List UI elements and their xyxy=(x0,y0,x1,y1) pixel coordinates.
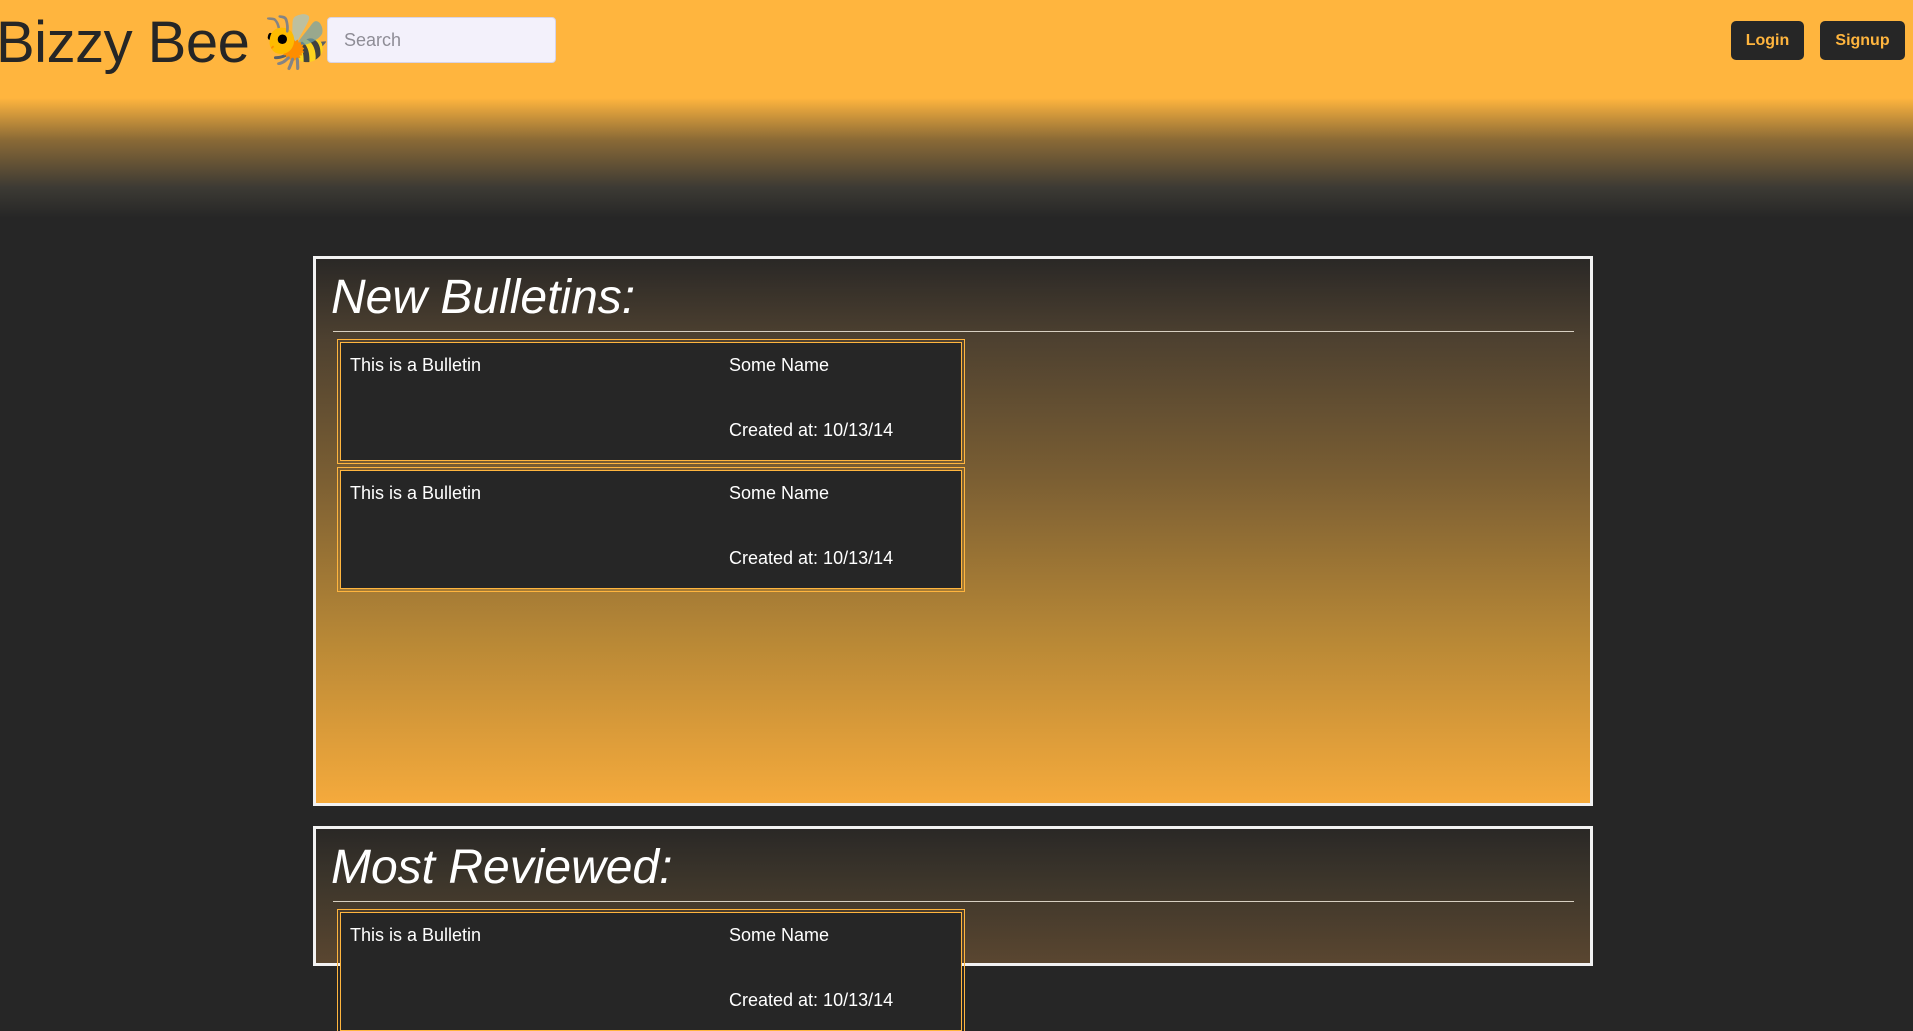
divider xyxy=(333,331,1574,332)
bulletin-card[interactable]: This is a Bulletin Some Name Created at:… xyxy=(337,909,965,1031)
brand-name: Bizzy Bee xyxy=(0,9,250,75)
section-title: Most Reviewed: xyxy=(331,841,673,894)
brand-logo[interactable]: Bizzy Bee 🐝 xyxy=(0,4,331,80)
divider xyxy=(333,901,1574,902)
bulletin-date: Created at: 10/13/14 xyxy=(729,990,894,1010)
signup-button[interactable]: Signup xyxy=(1820,21,1905,60)
bulletin-date: Created at: 10/13/14 xyxy=(729,420,894,440)
bulletin-card[interactable]: This is a Bulletin Some Name Created at:… xyxy=(337,339,965,464)
bulletin-title: This is a Bulletin xyxy=(350,925,482,945)
navbar: Bizzy Bee 🐝 Login Signup xyxy=(0,0,1913,98)
bulletin-card[interactable]: This is a Bulletin Some Name Created at:… xyxy=(337,467,965,592)
bulletin-author: Some Name xyxy=(729,925,830,945)
bee-icon: 🐝 xyxy=(263,11,331,72)
bulletin-title: This is a Bulletin xyxy=(350,355,482,375)
search-input[interactable] xyxy=(327,17,556,63)
bulletin-author: Some Name xyxy=(729,355,830,375)
new-bulletins-panel: New Bulletins: This is a Bulletin Some N… xyxy=(313,256,1593,806)
login-button[interactable]: Login xyxy=(1731,21,1804,60)
bulletin-author: Some Name xyxy=(729,483,830,503)
header-fade xyxy=(0,98,1913,218)
bulletin-date: Created at: 10/13/14 xyxy=(729,548,894,568)
section-title: New Bulletins: xyxy=(331,271,636,324)
most-reviewed-panel: Most Reviewed: This is a Bulletin Some N… xyxy=(313,826,1593,1031)
bulletin-title: This is a Bulletin xyxy=(350,483,482,503)
